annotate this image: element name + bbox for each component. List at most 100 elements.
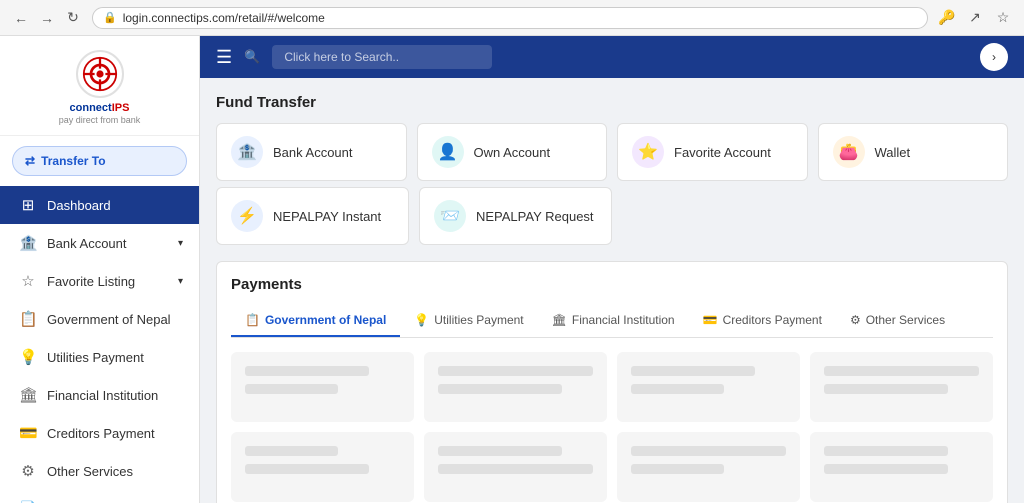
logo-tagline: pay direct from bank [59, 115, 141, 125]
skeleton-line [438, 464, 593, 474]
skeleton-line [438, 366, 593, 376]
skeleton-card [424, 432, 607, 502]
financial-icon: 🏛 [19, 386, 37, 404]
tab-other-services[interactable]: ⚙ Other Services [836, 305, 959, 337]
skeleton-card [231, 432, 414, 502]
fund-card-nepalpay-request[interactable]: 📨 NEPALPAY Request [419, 187, 612, 245]
skeleton-line [438, 384, 562, 394]
skeleton-line [438, 446, 562, 456]
logo-circle [76, 50, 124, 98]
logo-svg [82, 56, 118, 92]
transfer-label: Transfer To [41, 154, 105, 168]
skeleton-card [617, 432, 800, 502]
search-input[interactable]: Click here to Search.. [272, 45, 492, 69]
dashboard-icon: ⊞ [19, 196, 37, 214]
fund-card-label: Wallet [875, 145, 911, 160]
skeleton-line [824, 464, 948, 474]
sidebar-item-government-of-nepal[interactable]: 📋 Government of Nepal [0, 300, 199, 338]
bank-icon: 🏦 [19, 234, 37, 252]
sidebar-item-label: Government of Nepal [47, 312, 183, 327]
chevron-down-icon: ▾ [178, 238, 183, 249]
lock-icon: 🔒 [103, 11, 117, 24]
skeleton-line [245, 446, 338, 456]
skeleton-line [824, 384, 948, 394]
fund-card-label: Bank Account [273, 145, 353, 160]
fund-card-bank-account[interactable]: 🏦 Bank Account [216, 123, 407, 181]
fund-card-label: Favorite Account [674, 145, 771, 160]
hamburger-icon[interactable]: ☰ [216, 47, 232, 68]
fund-card-favorite-account[interactable]: ⭐ Favorite Account [617, 123, 808, 181]
skeleton-line [631, 464, 724, 474]
chevron-right-button[interactable]: › [980, 43, 1008, 71]
tab-label: Government of Nepal [265, 313, 386, 327]
utilities-tab-icon: 💡 [414, 313, 429, 327]
fund-transfer-grid: 🏦 Bank Account 👤 Own Account ⭐ Favorite … [216, 123, 1008, 181]
tab-financial-institution[interactable]: 🏛 Financial Institution [538, 305, 689, 337]
payments-title: Payments [231, 276, 993, 293]
sidebar-item-bank-account[interactable]: 🏦 Bank Account ▾ [0, 224, 199, 262]
tab-creditors-payment[interactable]: 💳 Creditors Payment [689, 305, 836, 337]
skeleton-line [245, 464, 369, 474]
sidebar-item-financial-institution[interactable]: 🏛 Financial Institution [0, 376, 199, 414]
skeleton-line [824, 366, 979, 376]
services-tab-icon: ⚙ [850, 313, 861, 327]
skeleton-line [631, 446, 786, 456]
skeleton-card [810, 352, 993, 422]
utilities-icon: 💡 [19, 348, 37, 366]
financial-tab-icon: 🏛 [552, 313, 567, 327]
sidebar-item-label: Utilities Payment [47, 350, 183, 365]
share-icon[interactable]: ↗ [964, 7, 986, 29]
top-bar-right: › [980, 43, 1008, 71]
sidebar-item-label: Financial Institution [47, 388, 183, 403]
skeleton-card [424, 352, 607, 422]
logo-area: connectIPS pay direct from bank [0, 36, 199, 136]
skeleton-line [631, 384, 724, 394]
browser-actions: 🔑 ↗ ☆ [936, 7, 1014, 29]
search-icon: 🔍 [244, 49, 260, 65]
sidebar-item-transaction-history[interactable]: 📄 Transaction History [0, 490, 199, 503]
sidebar: connectIPS pay direct from bank ⇄ Transf… [0, 36, 200, 503]
tab-label: Other Services [866, 313, 945, 327]
creditors-tab-icon: 💳 [703, 313, 718, 327]
skeleton-card [617, 352, 800, 422]
fund-card-own-account[interactable]: 👤 Own Account [417, 123, 608, 181]
app-container: connectIPS pay direct from bank ⇄ Transf… [0, 36, 1024, 503]
url-text: login.connectips.com/retail/#/welcome [123, 11, 325, 25]
transfer-to-button[interactable]: ⇄ Transfer To [12, 146, 187, 176]
skeleton-line [245, 366, 369, 376]
top-bar: ☰ 🔍 Click here to Search.. › [200, 36, 1024, 78]
tab-utilities-payment[interactable]: 💡 Utilities Payment [400, 305, 537, 337]
sidebar-item-dashboard[interactable]: ⊞ Dashboard [0, 186, 199, 224]
fund-transfer-title: Fund Transfer [216, 94, 1008, 111]
fund-card-label: Own Account [474, 145, 551, 160]
page-content: Fund Transfer 🏦 Bank Account 👤 Own Accou… [200, 78, 1024, 503]
sidebar-item-label: Dashboard [47, 198, 183, 213]
payments-section: Payments 📋 Government of Nepal 💡 Utiliti… [216, 261, 1008, 503]
key-icon[interactable]: 🔑 [936, 7, 958, 29]
skeleton-line [245, 384, 338, 394]
services-icon: ⚙ [19, 462, 37, 480]
transfer-icon: ⇄ [25, 154, 35, 168]
reload-button[interactable]: ↻ [62, 7, 84, 29]
address-bar[interactable]: 🔒 login.connectips.com/retail/#/welcome [92, 7, 928, 29]
back-button[interactable]: ← [10, 7, 32, 29]
sidebar-item-creditors-payment[interactable]: 💳 Creditors Payment [0, 414, 199, 452]
fund-card-nepalpay-instant[interactable]: ⚡ NEPALPAY Instant [216, 187, 409, 245]
logo-text: connectIPS [70, 102, 130, 115]
bookmark-icon[interactable]: ☆ [992, 7, 1014, 29]
sidebar-item-other-services[interactable]: ⚙ Other Services [0, 452, 199, 490]
fund-card-wallet[interactable]: 👛 Wallet [818, 123, 1009, 181]
sidebar-item-label: Creditors Payment [47, 426, 183, 441]
govt-icon: 📋 [19, 310, 37, 328]
wallet-icon: 👛 [833, 136, 865, 168]
fund-card-label: NEPALPAY Request [476, 209, 594, 224]
payments-content [231, 352, 993, 502]
sidebar-item-favorite-listing[interactable]: ☆ Favorite Listing ▾ [0, 262, 199, 300]
creditors-icon: 💳 [19, 424, 37, 442]
sidebar-item-label: Other Services [47, 464, 183, 479]
nepalpay-instant-icon: ⚡ [231, 200, 263, 232]
nepalpay-request-icon: 📨 [434, 200, 466, 232]
forward-button[interactable]: → [36, 7, 58, 29]
sidebar-item-utilities-payment[interactable]: 💡 Utilities Payment [0, 338, 199, 376]
tab-government-of-nepal[interactable]: 📋 Government of Nepal [231, 305, 400, 337]
